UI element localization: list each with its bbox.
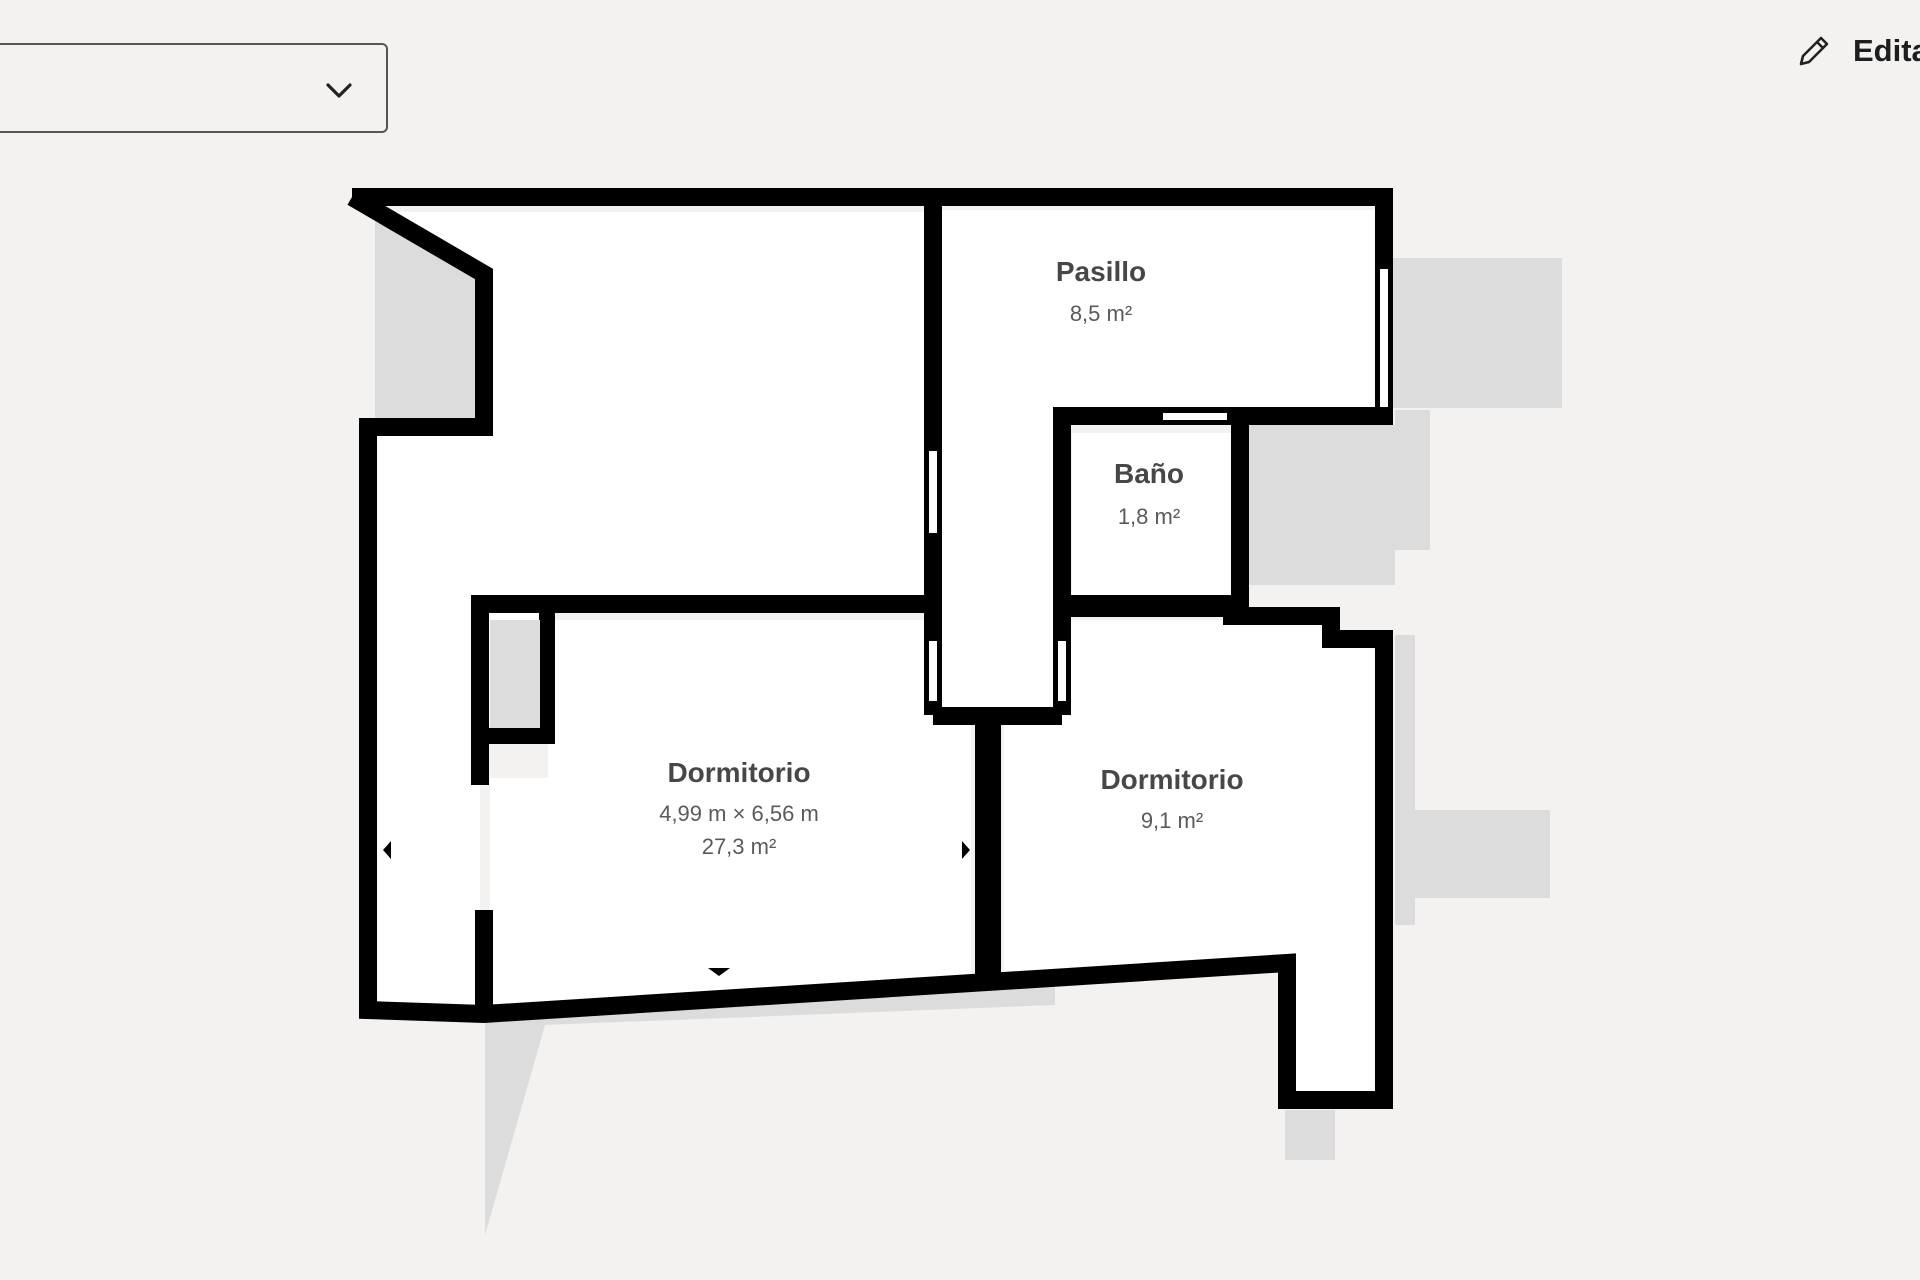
door-dormitorio-2 [1056, 639, 1068, 703]
room-name-pasillo: Pasillo [1056, 256, 1146, 287]
room-area-bano: 1,8 m² [1118, 504, 1180, 529]
room-dimensions-dormitorio-main: 4,99 m × 6,56 m [659, 801, 819, 826]
room-name-dormitorio-2: Dormitorio [1100, 764, 1243, 795]
window-pasillo [1378, 267, 1390, 409]
floor-plan: Pasillo 8,5 m² Baño 1,8 m² Dormitorio 4,… [347, 188, 1562, 1235]
closet [490, 620, 540, 728]
door-bano [1161, 411, 1229, 422]
room-area-dormitorio-main: 27,3 m² [702, 834, 777, 859]
door-dormitorio [927, 639, 939, 703]
room-area-pasillo: 8,5 m² [1070, 301, 1132, 326]
door-main-pasillo [927, 449, 939, 535]
room-name-dormitorio-main: Dormitorio [667, 757, 810, 788]
room-name-bano: Baño [1114, 458, 1184, 489]
room-area-dormitorio-2: 9,1 m² [1141, 808, 1203, 833]
